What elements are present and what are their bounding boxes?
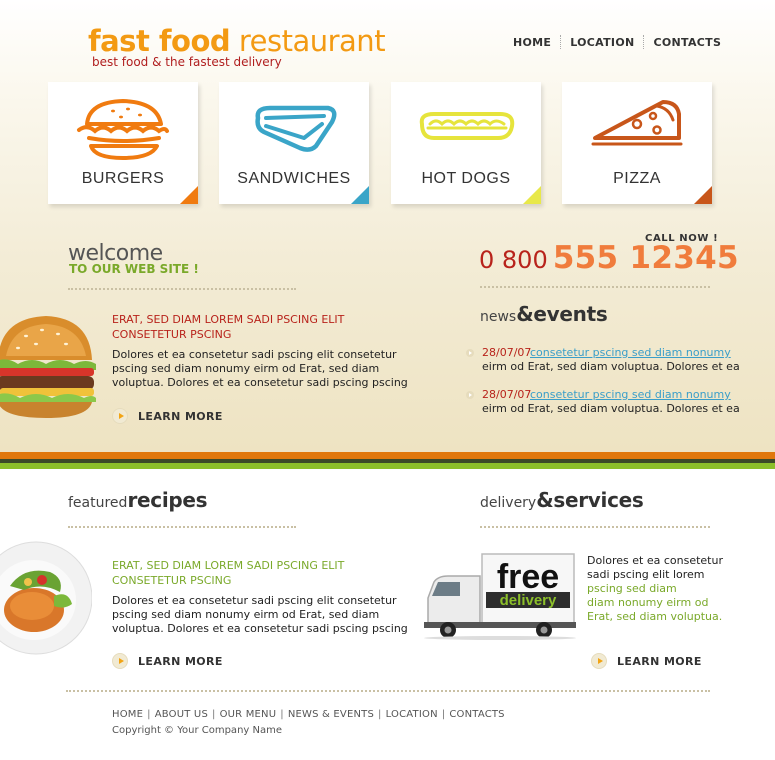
welcome-subtitle: TO OUR WEB SITE ! [69, 262, 199, 276]
category-label-sandwiches: SANDWICHES [237, 170, 351, 187]
category-tile-burgers[interactable]: BURGERS [48, 82, 198, 204]
featured-heading-line1: ERAT, SED DIAM LOREM SADI PSCING ELIT [112, 559, 345, 572]
sandwich-icon [255, 105, 337, 152]
welcome-body-line2: pscing sed diam nonumy eirm od Erat, sed… [112, 362, 380, 375]
featured-recipes-heading: featuredrecipes [68, 488, 208, 512]
tile-corner-accent [694, 186, 712, 204]
phone-number[interactable]: 0 800 555 12345 [479, 240, 739, 276]
divider-stripe-green [0, 463, 775, 469]
truck-free-text: free [497, 558, 559, 596]
delivery-text-line2: sadi pscing elit lorem [587, 568, 705, 581]
welcome-body: Dolores et ea consetetur sadi pscing eli… [112, 348, 408, 390]
top-navigation: HOME LOCATION CONTACTS [504, 35, 730, 49]
delivery-heading-big: &services [536, 488, 644, 512]
welcome-body-line3: voluptua. Dolores et ea consetetur sadi … [112, 376, 408, 389]
copyright-text: Copyright © Your Company Name [112, 725, 282, 736]
delivery-text-line5: Erat, sed diam voluptua. [587, 610, 723, 623]
arrow-right-icon [591, 653, 607, 669]
hotdog-icon [419, 112, 515, 140]
footer-separator: | [280, 709, 284, 720]
footer-separator: | [378, 709, 382, 720]
news-date: 28/07/07 [482, 346, 532, 359]
burger-icon [77, 99, 169, 160]
learn-more-label: LEARN MORE [138, 409, 223, 423]
tile-corner-accent [351, 186, 369, 204]
burger-photo [0, 316, 96, 418]
category-tile-hot-dogs[interactable]: HOT DOGS [391, 82, 541, 204]
category-tile-sandwiches[interactable]: SANDWICHES [219, 82, 369, 204]
pizza-icon [591, 100, 683, 146]
logo-light-text: restaurant [238, 24, 386, 58]
featured-learn-more-button[interactable]: LEARN MORE [112, 653, 223, 669]
news-heading-big: &events [516, 302, 608, 326]
learn-more-label: LEARN MORE [138, 654, 223, 668]
welcome-body-line1: Dolores et ea consetetur sadi pscing eli… [112, 348, 397, 361]
arrow-right-icon [112, 408, 128, 424]
recipe-plate-photo [0, 541, 92, 655]
footer-divider [66, 690, 710, 692]
footer-link-about-us[interactable]: ABOUT US [155, 709, 208, 720]
featured-body-line1: Dolores et ea consetetur sadi pscing eli… [112, 594, 397, 607]
logo-bold-text: fast food [88, 24, 231, 58]
welcome-heading-line1: ERAT, SED DIAM LOREM SADI PSCING ELIT [112, 313, 345, 326]
truck-delivery-text: delivery [500, 592, 557, 609]
news-events-heading: news&events [480, 302, 608, 326]
news-text: eirm od Erat, sed diam voluptua. Dolores… [482, 360, 740, 373]
site-logo[interactable]: fast food restaurant [88, 24, 386, 58]
delivery-text-line4: diam nonumy eirm od [587, 596, 709, 609]
delivery-text-line3: pscing sed diam [587, 582, 677, 595]
nav-home[interactable]: HOME [504, 36, 560, 49]
footer-link-our-menu[interactable]: OUR MENU [220, 709, 277, 720]
delivery-services-heading: delivery&services [480, 488, 644, 512]
divider-stripe-orange [0, 452, 775, 459]
delivery-heading-small: delivery [480, 495, 537, 511]
welcome-heading: ERAT, SED DIAM LOREM SADI PSCING ELIT CO… [112, 312, 344, 342]
featured-body: Dolores et ea consetetur sadi pscing eli… [112, 594, 408, 636]
delivery-text: Dolores et ea consetetur sadi pscing eli… [587, 554, 723, 624]
featured-body-line2: pscing sed diam nonumy eirm od Erat, sed… [112, 608, 380, 621]
delivery-text-line1: Dolores et ea consetetur [587, 554, 723, 567]
nav-contacts[interactable]: CONTACTS [644, 36, 730, 49]
dotted-divider [480, 286, 710, 288]
welcome-heading-line2: CONSETETUR PSCING [112, 328, 232, 341]
footer-link-contacts[interactable]: CONTACTS [449, 709, 504, 720]
footer-separator: | [147, 709, 151, 720]
footer-link-home[interactable]: HOME [112, 709, 143, 720]
news-date: 28/07/07 [482, 388, 532, 401]
tile-corner-accent [523, 186, 541, 204]
learn-more-label: LEARN MORE [617, 654, 702, 668]
site-tagline: best food & the fastest delivery [92, 55, 282, 69]
category-label-pizza: PIZZA [613, 170, 661, 187]
dotted-divider [480, 526, 710, 528]
welcome-learn-more-button[interactable]: LEARN MORE [112, 408, 223, 424]
footer-link-location[interactable]: LOCATION [386, 709, 438, 720]
phone-main-number: 555 12345 [552, 240, 739, 276]
category-label-hot-dogs: HOT DOGS [421, 170, 511, 187]
news-text: eirm od Erat, sed diam voluptua. Dolores… [482, 402, 740, 415]
dotted-divider [68, 526, 296, 528]
bullet-arrow-icon [466, 391, 474, 399]
arrow-right-icon [112, 653, 128, 669]
featured-body-line3: voluptua. Dolores et ea consetetur sadi … [112, 622, 408, 635]
footer-link-news-events[interactable]: NEWS & EVENTS [288, 709, 374, 720]
featured-heading-big: recipes [127, 488, 208, 512]
category-tile-pizza[interactable]: PIZZA [562, 82, 712, 204]
delivery-learn-more-button[interactable]: LEARN MORE [591, 653, 702, 669]
news-link[interactable]: consetetur pscing sed diam nonumy [530, 388, 731, 402]
news-heading-small: news [480, 309, 517, 325]
bullet-arrow-icon [466, 349, 474, 357]
delivery-truck-image: free delivery [424, 553, 576, 640]
tile-corner-accent [180, 186, 198, 204]
footer-separator: | [441, 709, 446, 720]
nav-location[interactable]: LOCATION [561, 36, 643, 49]
news-link[interactable]: consetetur pscing sed diam nonumy [530, 346, 731, 360]
featured-heading-small: featured [68, 495, 128, 511]
category-label-burgers: BURGERS [81, 170, 165, 187]
featured-heading: ERAT, SED DIAM LOREM SADI PSCING ELIT CO… [112, 558, 344, 588]
footer-navigation: HOME | ABOUT US | OUR MENU | NEWS & EVENTS | LOC… [112, 709, 505, 720]
phone-prefix: 0 800 [479, 246, 548, 274]
dotted-divider [68, 288, 296, 290]
featured-heading-line2: CONSETETUR PSCING [112, 574, 232, 587]
footer-separator: | [212, 709, 216, 720]
